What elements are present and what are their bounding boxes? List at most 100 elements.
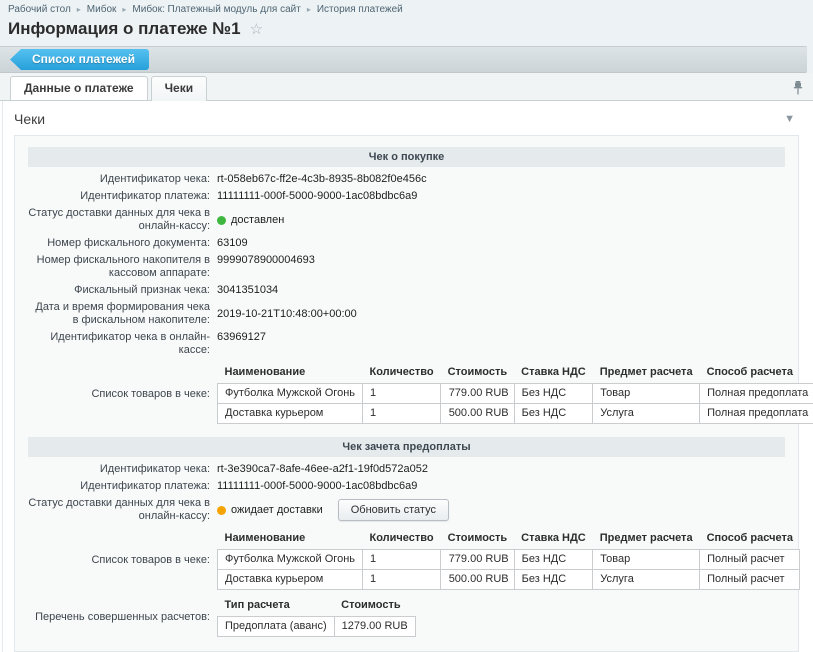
chevron-down-icon[interactable]: ▼ <box>784 114 795 125</box>
breadcrumb-separator-icon: ▸ <box>122 5 126 14</box>
column-header: Стоимость <box>441 530 515 550</box>
table-cell: Полный расчет <box>700 570 800 590</box>
breadcrumb-item-mibok[interactable]: Мибок <box>87 4 117 15</box>
field-value: rt-058eb67c-ff2e-4c3b-8935-8b082f0e456c <box>217 173 427 186</box>
field-value: 2019-10-21T10:48:00+00:00 <box>217 308 357 321</box>
table-cell: Без НДС <box>514 384 593 404</box>
field-row-check-id: Идентификатор чека: rt-058eb67c-ff2e-4c3… <box>28 171 785 188</box>
field-row-fiscal-sign: Фискальный признак чека: 3041351034 <box>28 282 785 299</box>
field-row-fiscal-storage-number: Номер фискального накопителя в кассовом … <box>28 252 785 282</box>
table-cell: Полный расчет <box>700 550 800 570</box>
prepayment-products-table: Наименование Количество Стоимость Ставка… <box>217 530 800 590</box>
content-left-divider <box>2 101 3 652</box>
field-label: Статус доставки данных для чека в онлайн… <box>28 497 210 523</box>
checks-panel: Чек о покупке Идентификатор чека: rt-058… <box>14 135 799 652</box>
table-cell: 1 <box>363 404 441 424</box>
purchase-products-table: Наименование Количество Стоимость Ставка… <box>217 364 813 424</box>
table-cell: Без НДС <box>514 570 593 590</box>
field-row-delivery-status: Статус доставки данных для чека в онлайн… <box>28 495 785 525</box>
field-label: Номер фискального документа: <box>28 237 210 250</box>
field-value: 63969127 <box>217 331 266 357</box>
table-cell: Предоплата (аванс) <box>218 617 335 637</box>
column-header: Предмет расчета <box>593 364 700 384</box>
content-area: Чеки ▼ Чек о покупке Идентификатор чека:… <box>0 101 813 652</box>
table-cell: Футболка Мужской Огонь <box>218 550 363 570</box>
column-header: Количество <box>363 364 441 384</box>
field-label: Идентификатор платежа: <box>28 480 210 493</box>
field-row-payments: Перечень совершенных расчетов: Тип расче… <box>28 595 785 639</box>
toolbar: Список платежей <box>0 46 807 73</box>
column-header: Ставка НДС <box>514 364 593 384</box>
table-cell: 500.00 RUB <box>441 570 515 590</box>
table-cell: Товар <box>593 550 700 570</box>
column-header: Способ расчета <box>700 364 813 384</box>
table-header-row: Наименование Количество Стоимость Ставка… <box>218 364 813 384</box>
table-cell: 1 <box>363 550 441 570</box>
update-status-button[interactable]: Обновить статус <box>338 499 449 521</box>
field-value: 9999078900004693 <box>217 254 315 280</box>
column-header: Количество <box>363 530 441 550</box>
column-header: Предмет расчета <box>593 530 700 550</box>
field-label: Фискальный признак чека: <box>28 284 210 297</box>
field-label: Статус доставки данных для чека в онлайн… <box>28 207 210 233</box>
field-row-fiscal-document-number: Номер фискального документа: 63109 <box>28 235 785 252</box>
table-cell: Доставка курьером <box>218 404 363 424</box>
pin-icon[interactable] <box>793 81 803 95</box>
table-row: Предоплата (аванс) 1279.00 RUB <box>218 617 416 637</box>
field-label: Идентификатор чека в онлайн-кассе: <box>28 331 210 357</box>
column-header: Наименование <box>218 530 363 550</box>
table-row: Футболка Мужской Огонь 1 779.00 RUB Без … <box>218 550 800 570</box>
checks-section-title: Чеки <box>14 111 45 127</box>
table-cell: 779.00 RUB <box>441 550 515 570</box>
field-row-products: Список товаров в чеке: Наименование Коли… <box>28 362 785 426</box>
field-value: 11111111-000f-5000-9000-1ac08bdbc6a9 <box>217 190 417 203</box>
status-pending-dot-icon <box>217 506 226 515</box>
field-row-online-cashbox-check-id: Идентификатор чека в онлайн-кассе: 63969… <box>28 329 785 359</box>
payments-list-button[interactable]: Список платежей <box>10 49 149 70</box>
column-header: Способ расчета <box>700 530 800 550</box>
table-cell: Полная предоплата <box>700 404 813 424</box>
table-row: Футболка Мужской Огонь 1 779.00 RUB Без … <box>218 384 813 404</box>
table-cell: Без НДС <box>514 404 593 424</box>
table-cell: Товар <box>593 384 700 404</box>
table-cell: Без НДС <box>514 550 593 570</box>
field-label: Список товаров в чеке: <box>28 388 210 401</box>
field-value: доставлен <box>217 214 284 227</box>
field-label: Идентификатор чека: <box>28 173 210 186</box>
table-header-row: Наименование Количество Стоимость Ставка… <box>218 530 800 550</box>
status-delivered-dot-icon <box>217 216 226 225</box>
column-header: Стоимость <box>441 364 515 384</box>
table-cell: Доставка курьером <box>218 570 363 590</box>
favorite-star-icon[interactable]: ☆ <box>250 22 263 37</box>
table-row: Доставка курьером 1 500.00 RUB Без НДС У… <box>218 570 800 590</box>
field-row-delivery-status: Статус доставки данных для чека в онлайн… <box>28 205 785 235</box>
column-header: Ставка НДС <box>514 530 593 550</box>
page-header: Рабочий стол ▸ Мибок ▸ Мибок: Платежный … <box>0 0 813 73</box>
field-label: Перечень совершенных расчетов: <box>28 611 210 624</box>
breadcrumb-item-payment-history[interactable]: История платежей <box>317 4 403 15</box>
table-cell: Услуга <box>593 404 700 424</box>
field-row-payment-id: Идентификатор платежа: 11111111-000f-500… <box>28 188 785 205</box>
field-value: 11111111-000f-5000-9000-1ac08bdbc6a9 <box>217 480 417 493</box>
purchase-check-header: Чек о покупке <box>28 147 785 167</box>
table-cell: Полная предоплата <box>700 384 813 404</box>
breadcrumb: Рабочий стол ▸ Мибок ▸ Мибок: Платежный … <box>0 0 813 17</box>
field-value: 63109 <box>217 237 248 250</box>
tab-checks[interactable]: Чеки <box>151 76 208 101</box>
breadcrumb-separator-icon: ▸ <box>307 5 311 14</box>
field-label: Номер фискального накопителя в кассовом … <box>28 254 210 280</box>
table-row: Доставка курьером 1 500.00 RUB Без НДС У… <box>218 404 813 424</box>
field-label: Идентификатор платежа: <box>28 190 210 203</box>
payments-table: Тип расчета Стоимость Предоплата (аванс)… <box>217 597 416 637</box>
title-row: Информация о платеже №1 ☆ <box>0 17 813 46</box>
table-cell: 779.00 RUB <box>441 384 515 404</box>
table-cell: 1279.00 RUB <box>334 617 415 637</box>
tab-payment-data[interactable]: Данные о платеже <box>10 76 148 100</box>
breadcrumb-item-desktop[interactable]: Рабочий стол <box>8 4 71 15</box>
column-header: Наименование <box>218 364 363 384</box>
table-cell: Услуга <box>593 570 700 590</box>
table-cell: Футболка Мужской Огонь <box>218 384 363 404</box>
field-row-payment-id: Идентификатор платежа: 11111111-000f-500… <box>28 478 785 495</box>
page-title: Информация о платеже №1 <box>8 19 241 39</box>
breadcrumb-item-payment-module[interactable]: Мибок: Платежный модуль для сайт <box>132 4 300 15</box>
